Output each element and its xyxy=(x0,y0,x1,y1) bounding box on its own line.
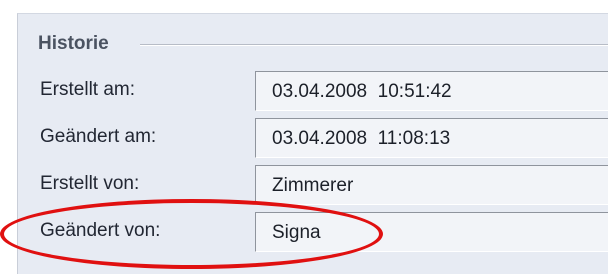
modified-at-value: 03.04.2008 11:08:13 xyxy=(272,128,451,149)
group-divider xyxy=(140,44,608,46)
screenshot-frame: Historie Erstellt am: 03.04.2008 10:51:4… xyxy=(0,0,608,274)
created-at-label: Erstellt am: xyxy=(40,79,136,100)
created-by-value: Zimmerer xyxy=(272,175,354,196)
created-at-field[interactable]: 03.04.2008 10:51:42 xyxy=(255,71,608,111)
modified-at-label: Geändert am: xyxy=(40,126,157,147)
modified-by-label: Geändert von: xyxy=(40,220,161,241)
created-by-label: Erstellt von: xyxy=(40,173,140,194)
created-at-value: 03.04.2008 10:51:42 xyxy=(272,81,452,102)
modified-by-field[interactable]: Signa xyxy=(255,212,608,252)
modified-by-value: Signa xyxy=(272,222,321,243)
created-by-field[interactable]: Zimmerer xyxy=(255,165,608,205)
modified-at-field[interactable]: 03.04.2008 11:08:13 xyxy=(255,118,608,158)
historie-group-title: Historie xyxy=(38,32,115,56)
